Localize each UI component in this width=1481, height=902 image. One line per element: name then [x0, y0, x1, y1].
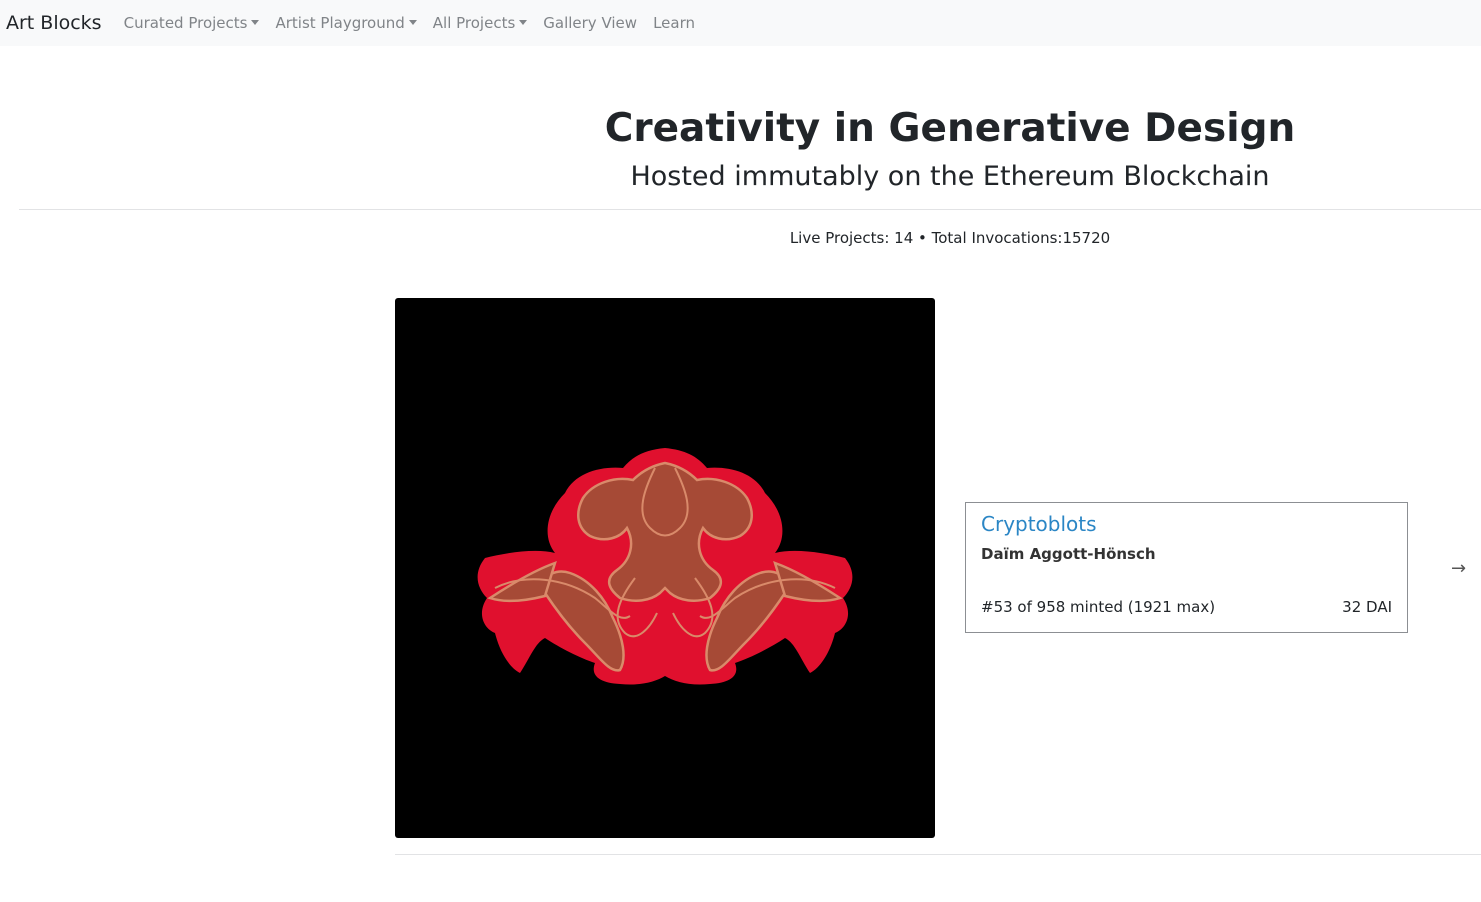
project-title-link[interactable]: Cryptoblots: [981, 512, 1097, 536]
nav-item-label: Learn: [653, 14, 695, 32]
arrow-right-icon[interactable]: →: [1451, 558, 1466, 580]
divider: [19, 209, 1481, 210]
caret-down-icon: [251, 19, 260, 25]
nav-item-label: Artist Playground: [275, 14, 405, 32]
nav-learn[interactable]: Learn: [653, 14, 695, 32]
hero-title: Creativity in Generative Design: [604, 106, 1296, 151]
minted-count: #53 of 958 minted (1921 max): [981, 598, 1216, 616]
nav-item-label: Curated Projects: [123, 14, 248, 32]
nav-artist-playground[interactable]: Artist Playground: [275, 14, 417, 32]
artist-name: Daïm Aggott-Hönsch: [981, 545, 1156, 563]
nav-item-label: All Projects: [432, 14, 516, 32]
project-card: Cryptoblots Daïm Aggott-Hönsch #53 of 95…: [965, 502, 1408, 633]
cryptoblot-artwork-image: [477, 448, 853, 685]
mint-price: 32 DAI: [1342, 598, 1392, 616]
nav-all-projects[interactable]: All Projects: [433, 14, 528, 32]
brand-logo[interactable]: Art Blocks: [6, 12, 102, 34]
caret-down-icon: [408, 19, 417, 25]
nav-item-label: Gallery View: [543, 14, 638, 32]
featured-artwork[interactable]: [395, 298, 935, 838]
hero-subtitle: Hosted immutably on the Ethereum Blockch…: [630, 161, 1270, 192]
nav-gallery-view[interactable]: Gallery View: [543, 14, 637, 32]
caret-down-icon: [519, 19, 528, 25]
top-navbar: Art Blocks Curated Projects Artist Playg…: [0, 0, 1481, 46]
divider: [395, 854, 1481, 855]
live-stats: Live Projects: 14 • Total Invocations:15…: [789, 229, 1111, 247]
nav-curated-projects[interactable]: Curated Projects: [124, 14, 260, 32]
